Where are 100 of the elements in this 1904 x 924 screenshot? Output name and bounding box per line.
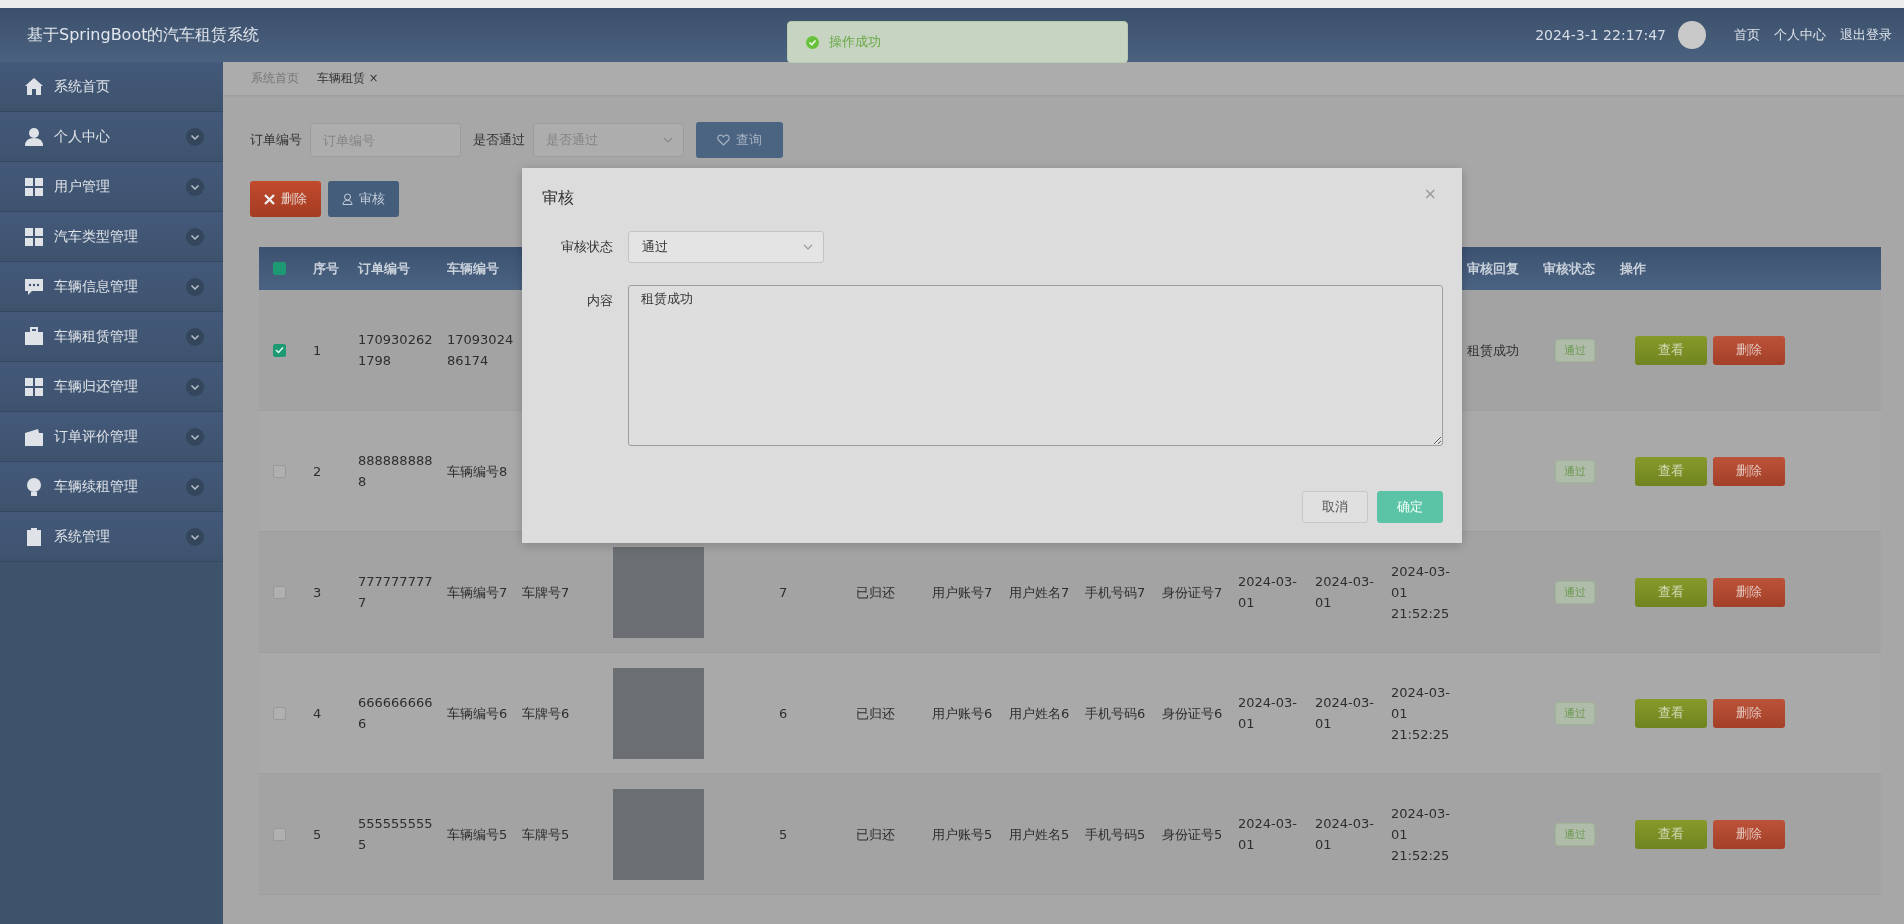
avatar[interactable] — [1678, 21, 1706, 49]
sidebar-item[interactable]: 系统首页 — [0, 62, 223, 112]
table-cell: 用户账号5 — [932, 826, 993, 842]
table-cell: 车牌号5 — [522, 826, 570, 842]
table-cell: 车牌号7 — [522, 584, 570, 600]
delete-button[interactable]: 删除 — [1713, 335, 1785, 365]
table-cell: 7 — [779, 584, 788, 600]
status-tag: 通过 — [1555, 459, 1595, 483]
table-cell: 车辆编号7 — [447, 584, 508, 600]
table-cell: 2 — [313, 463, 322, 479]
sidebar-item[interactable]: 车辆信息管理 — [0, 262, 223, 312]
table-cell: 车牌号6 — [522, 705, 570, 721]
table-cell: 车辆编号5 — [447, 826, 508, 842]
delete-button[interactable]: 删除 — [1713, 456, 1785, 486]
table-cell: 已归还 — [856, 705, 895, 721]
table-cell: 1709302486174 — [447, 332, 514, 368]
delete-button[interactable]: 删除 — [1713, 819, 1785, 849]
table-cell: 6 — [779, 705, 788, 721]
status-tag: 通过 — [1555, 701, 1595, 725]
table-cell: 手机号码7 — [1085, 584, 1146, 600]
delete-button[interactable]: 删除 — [1713, 577, 1785, 607]
field-label: 内容 — [586, 292, 614, 310]
sidebar-item[interactable]: 车辆租赁管理 — [0, 312, 223, 362]
table-cell: 用户姓名6 — [1009, 705, 1070, 721]
close-icon — [264, 193, 275, 205]
chat-icon — [24, 276, 44, 297]
table-cell: 1709302621798 — [358, 332, 433, 368]
field-label: 是否通过 — [473, 131, 525, 149]
check-icon — [275, 346, 284, 354]
table-cell: 2024-03-01 — [1315, 574, 1374, 610]
status-tag: 通过 — [1555, 822, 1595, 846]
table-cell: 手机号码5 — [1085, 826, 1146, 842]
table-cell: 4 — [313, 705, 322, 721]
table-cell: 2024-03-01 — [1238, 816, 1297, 852]
table-cell: 用户账号7 — [932, 584, 993, 600]
sidebar-item[interactable]: 个人中心 — [0, 112, 223, 162]
table-cell: 2024-03-01 — [1238, 574, 1297, 610]
table-cell: 1 — [313, 342, 322, 358]
review-button[interactable]: 审核 — [328, 181, 399, 217]
dialog-title: 审核 — [542, 188, 574, 209]
person-icon — [24, 126, 44, 147]
column-header: 审核状态 — [1543, 260, 1595, 276]
column-header: 车辆编号 — [447, 260, 499, 276]
system-title: 基于SpringBoot的汽车租赁系统 — [27, 24, 260, 46]
table-cell: 3 — [313, 584, 322, 600]
table-cell: 2024-03-01 21:52:25 — [1391, 563, 1450, 621]
heart-icon — [717, 134, 730, 146]
sidebar-item[interactable]: 汽车类型管理 — [0, 212, 223, 262]
table-cell: 5 — [313, 826, 322, 842]
datetime: 2024-3-1 22:17:47 — [1535, 27, 1666, 43]
column-header: 订单编号 — [358, 260, 410, 276]
table-cell: 身份证号7 — [1162, 584, 1223, 600]
select-all-checkbox[interactable] — [273, 262, 286, 275]
header-link[interactable]: 首页 — [1734, 26, 1760, 44]
home-icon — [24, 76, 44, 97]
header-link[interactable]: 退出登录 — [1840, 26, 1892, 44]
column-header: 序号 — [313, 260, 339, 276]
sidebar-item[interactable]: 订单评价管理 — [0, 412, 223, 462]
grid-icon — [24, 226, 44, 247]
breadcrumb-tab[interactable]: 车辆租赁 × — [317, 71, 379, 86]
briefcase-icon — [24, 326, 44, 347]
table-cell: 2024-03-01 — [1238, 695, 1297, 731]
table-cell: 8888888888 — [358, 453, 433, 489]
caret-down-icon — [663, 137, 673, 143]
row-checkbox[interactable] — [273, 343, 286, 357]
status-tag: 通过 — [1555, 338, 1595, 362]
grid-icon — [24, 376, 44, 397]
field-label: 订单编号 — [250, 131, 302, 149]
table-cell: 车辆编号8 — [447, 463, 508, 479]
table-cell: 租赁成功 — [1467, 342, 1519, 358]
content-textarea[interactable]: 租赁成功 — [628, 285, 1443, 446]
delete-button[interactable]: 删除 — [250, 181, 321, 217]
caret-down-icon — [803, 244, 813, 250]
delete-button[interactable]: 删除 — [1713, 698, 1785, 728]
status-select[interactable]: 通过 — [628, 231, 824, 263]
sidebar-item[interactable]: 系统管理 — [0, 512, 223, 562]
sidebar-item[interactable]: 车辆归还管理 — [0, 362, 223, 412]
toast-message: 操作成功 — [829, 33, 881, 51]
clipboard-icon — [24, 526, 44, 547]
column-header: 操作 — [1620, 260, 1646, 276]
table-cell: 2024-03-01 21:52:25 — [1391, 684, 1450, 742]
table-cell: 用户姓名7 — [1009, 584, 1070, 600]
table-cell: 车辆编号6 — [447, 705, 508, 721]
table-cell: 7777777777 — [358, 574, 433, 610]
table-cell: 2024-03-01 21:52:25 — [1391, 805, 1450, 863]
header-link[interactable]: 个人中心 — [1774, 26, 1826, 44]
column-header: 审核回复 — [1467, 260, 1519, 276]
person-icon — [342, 193, 353, 205]
table-cell: 6666666666 — [358, 695, 433, 731]
table-cell: 已归还 — [856, 826, 895, 842]
table-cell: 用户姓名5 — [1009, 826, 1070, 842]
table-cell: 5 — [779, 826, 788, 842]
table-cell: 2024-03-01 — [1315, 695, 1374, 731]
sidebar-item[interactable]: 车辆续租管理 — [0, 462, 223, 512]
sidebar-item[interactable]: 用户管理 — [0, 162, 223, 212]
table-cell: 手机号码6 — [1085, 705, 1146, 721]
field-label: 审核状态 — [560, 238, 614, 256]
table-cell: 已归还 — [856, 584, 895, 600]
cancel-button[interactable]: 取消 — [1302, 491, 1368, 523]
check-circle-icon — [806, 35, 819, 49]
